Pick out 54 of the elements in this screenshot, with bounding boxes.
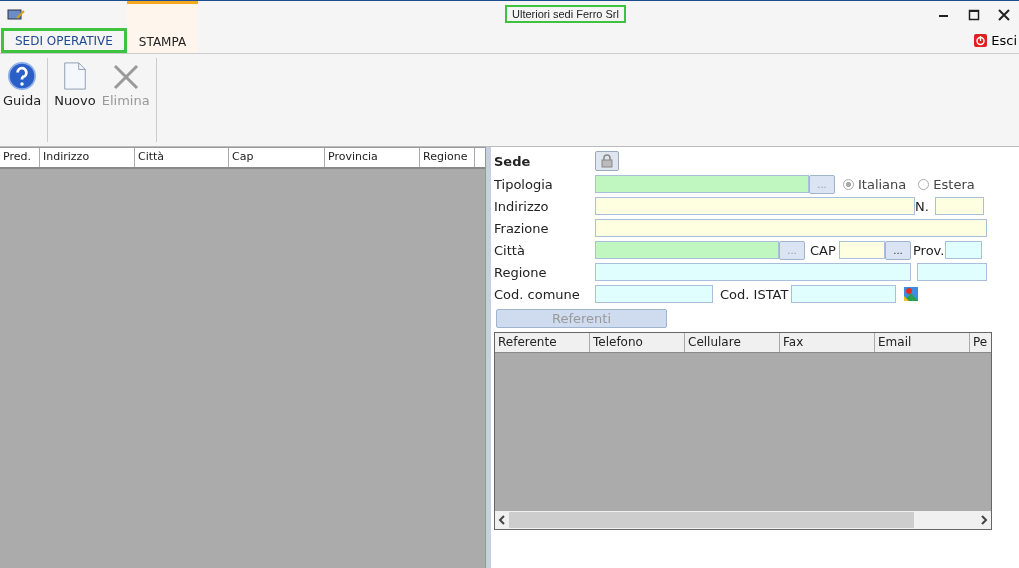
map-icon[interactable]: [904, 287, 919, 301]
input-field[interactable]: [791, 285, 897, 303]
field-label: CAP: [809, 242, 837, 258]
power-icon: [974, 34, 988, 47]
column-header[interactable]: Indirizzo: [40, 148, 135, 167]
horizontal-scrollbar[interactable]: [495, 511, 991, 529]
tab[interactable]: SEDI OPERATIVE: [1, 28, 127, 53]
close-icon[interactable]: [998, 8, 1010, 21]
toolbar-button[interactable]: Guida: [0, 62, 45, 108]
field-label: Frazione: [494, 220, 550, 236]
column-header[interactable]: Cap: [229, 148, 325, 167]
column-header[interactable]: Cellulare: [685, 333, 780, 352]
field-label: Tipologia: [494, 176, 554, 192]
maximize-icon[interactable]: [968, 8, 980, 21]
input-field[interactable]: [945, 241, 982, 259]
radio-option[interactable]: Italiana: [843, 176, 907, 192]
column-header[interactable]: Regione: [420, 148, 475, 167]
field-label: N.: [915, 198, 930, 214]
section-title: Sede: [494, 153, 532, 169]
field-label: Indirizzo: [494, 198, 550, 214]
field-label: Cod. ISTAT: [720, 286, 789, 302]
window-title: Ulteriori sedi Ferro Srl: [505, 5, 626, 23]
column-header[interactable]: Pred.: [0, 148, 40, 167]
column-header[interactable]: Città: [135, 148, 229, 167]
input-field[interactable]: [935, 197, 984, 215]
input-field[interactable]: [595, 197, 915, 215]
field-label: Regione: [494, 264, 548, 280]
input-field[interactable]: [917, 263, 987, 281]
column-header[interactable]: Referente: [495, 333, 590, 352]
tab[interactable]: STAMPA: [126, 1, 199, 53]
input-field[interactable]: [595, 219, 987, 237]
input-field[interactable]: [595, 285, 713, 303]
radio-option[interactable]: Estera: [918, 176, 975, 192]
input-field[interactable]: [595, 175, 809, 193]
column-header[interactable]: Email: [875, 333, 970, 352]
input-field[interactable]: [595, 241, 779, 259]
column-header[interactable]: Telefono: [590, 333, 685, 352]
column-header[interactable]: Pe: [970, 333, 990, 352]
lock-icon: [600, 154, 614, 168]
document-icon: [62, 62, 87, 90]
toolbar-button[interactable]: Nuovo: [51, 62, 99, 108]
lock-button[interactable]: [595, 151, 619, 171]
exit-button[interactable]: Esci: [974, 28, 1019, 53]
field-label: Prov.: [912, 242, 945, 258]
column-header[interactable]: Provincia: [325, 148, 420, 167]
input-field[interactable]: [595, 263, 911, 281]
field-label: Cod. comune: [494, 286, 581, 302]
field-label: Città: [494, 242, 526, 258]
browse-button[interactable]: ...: [885, 240, 911, 260]
app-icon: [7, 7, 25, 22]
input-field[interactable]: [839, 241, 885, 259]
delete-icon: [112, 64, 139, 90]
column-header[interactable]: Fax: [780, 333, 875, 352]
help-icon: [6, 62, 39, 90]
